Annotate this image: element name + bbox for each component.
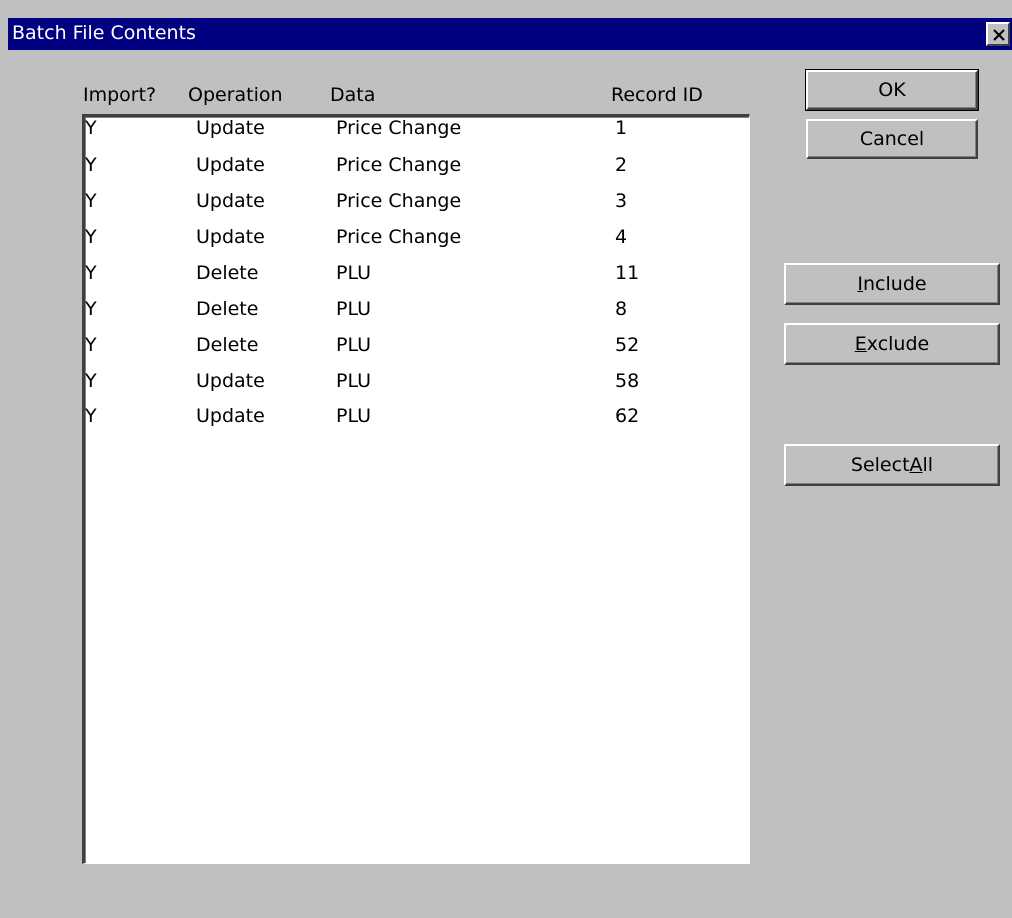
- title-bar[interactable]: Batch File Contents: [8, 18, 1012, 50]
- list-item[interactable]: Y Delete PLU 11: [85, 262, 749, 298]
- record-id-value: 3: [615, 190, 628, 212]
- import-flag: Y: [85, 370, 97, 392]
- list-item[interactable]: Y Update Price Change 2: [85, 154, 749, 190]
- operation-value: Update: [196, 154, 265, 176]
- window-title: Batch File Contents: [12, 22, 196, 44]
- operation-value: Update: [196, 370, 265, 392]
- data-value: PLU: [336, 405, 372, 427]
- data-value: PLU: [336, 262, 372, 284]
- operation-value: Delete: [196, 298, 259, 320]
- record-id-value: 4: [615, 226, 628, 248]
- list-item[interactable]: Y Delete PLU 8: [85, 298, 749, 334]
- record-id-value: 1: [615, 117, 628, 139]
- operation-value: Delete: [196, 334, 259, 356]
- record-id-value: 52: [615, 334, 640, 356]
- ok-button[interactable]: OK: [805, 69, 979, 111]
- list-item[interactable]: Y Update PLU 58: [85, 370, 749, 406]
- import-flag: Y: [85, 117, 97, 139]
- batch-record-list[interactable]: Y Update Price Change 1 Y Update Price C…: [82, 114, 750, 864]
- operation-value: Update: [196, 117, 265, 139]
- list-item[interactable]: Y Update Price Change 3: [85, 190, 749, 226]
- data-value: PLU: [336, 370, 372, 392]
- data-value: PLU: [336, 298, 372, 320]
- record-id-value: 11: [615, 262, 640, 284]
- record-id-value: 58: [615, 370, 640, 392]
- import-flag: Y: [85, 298, 97, 320]
- record-id-value: 2: [615, 154, 628, 176]
- exclude-button[interactable]: Exclude: [784, 323, 1000, 365]
- list-item[interactable]: Y Update Price Change 1: [85, 117, 749, 153]
- include-button[interactable]: Include: [784, 263, 1000, 305]
- operation-value: Delete: [196, 262, 259, 284]
- import-flag: Y: [85, 190, 97, 212]
- import-flag: Y: [85, 226, 97, 248]
- data-value: Price Change: [336, 154, 462, 176]
- list-item[interactable]: Y Delete PLU 52: [85, 334, 749, 370]
- column-header-data: Data: [330, 84, 376, 106]
- exclude-label: Exclude: [854, 333, 930, 355]
- cancel-button[interactable]: Cancel: [806, 119, 978, 159]
- select-all-label: Select All: [850, 454, 934, 476]
- list-item[interactable]: Y Update Price Change 4: [85, 226, 749, 262]
- data-value: PLU: [336, 334, 372, 356]
- select-all-button[interactable]: Select All: [784, 444, 1000, 486]
- import-flag: Y: [85, 154, 97, 176]
- column-header-import: Import?: [83, 84, 157, 106]
- operation-value: Update: [196, 190, 265, 212]
- import-flag: Y: [85, 405, 97, 427]
- close-icon: [993, 29, 1005, 41]
- data-value: Price Change: [336, 190, 462, 212]
- include-label: Include: [857, 273, 927, 295]
- import-flag: Y: [85, 334, 97, 356]
- import-flag: Y: [85, 262, 97, 284]
- record-id-value: 62: [615, 405, 640, 427]
- data-value: Price Change: [336, 226, 462, 248]
- operation-value: Update: [196, 405, 265, 427]
- close-button[interactable]: [986, 22, 1010, 46]
- ok-label: OK: [878, 79, 906, 101]
- batch-file-contents-dialog: Batch File Contents Import? Operation Da…: [0, 0, 1012, 918]
- record-id-value: 8: [615, 298, 628, 320]
- operation-value: Update: [196, 226, 265, 248]
- column-header-operation: Operation: [188, 84, 283, 106]
- cancel-label: Cancel: [859, 128, 925, 150]
- data-value: Price Change: [336, 117, 462, 139]
- list-item[interactable]: Y Update PLU 62: [85, 405, 749, 441]
- column-header-record-id: Record ID: [611, 84, 703, 106]
